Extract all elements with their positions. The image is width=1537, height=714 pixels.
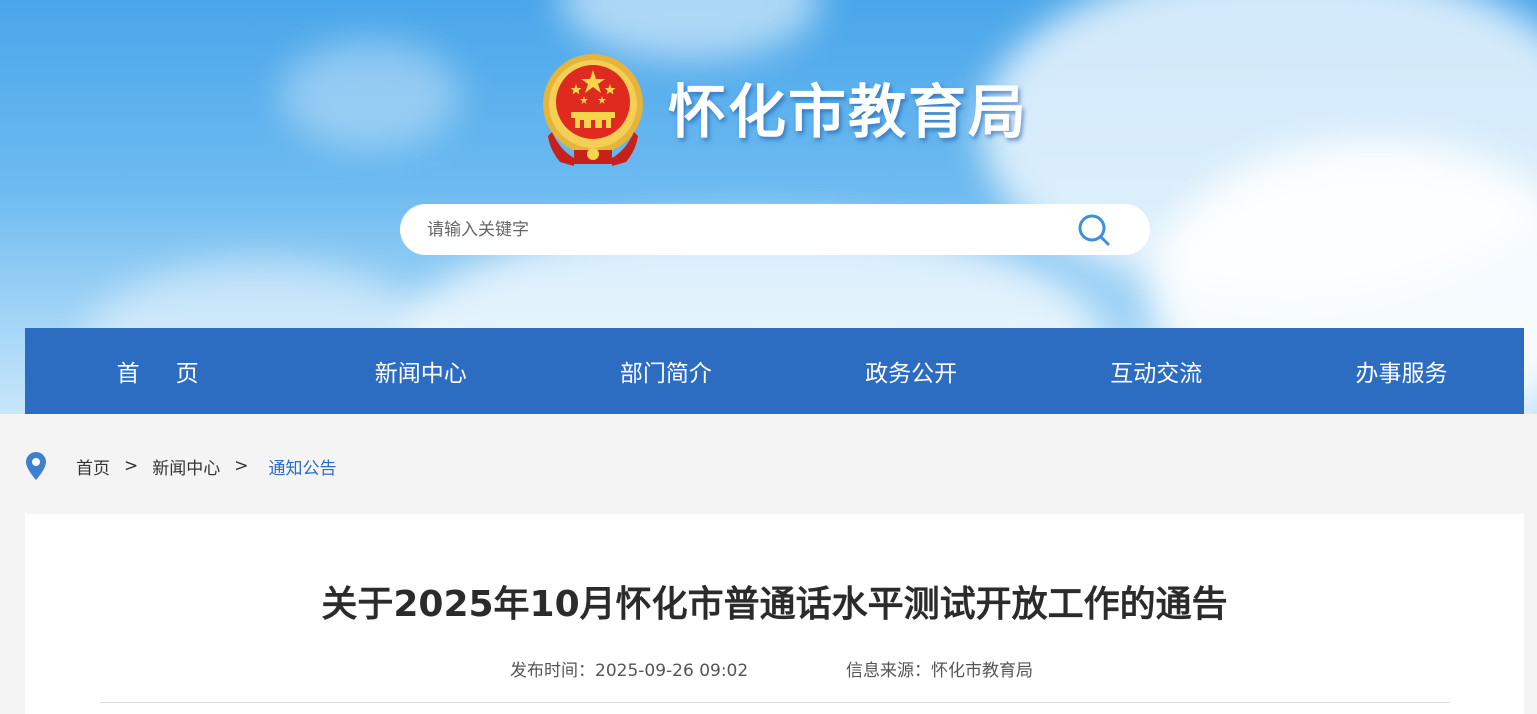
breadcrumb-home[interactable]: 首页: [76, 454, 110, 479]
breadcrumb-news[interactable]: 新闻中心: [152, 454, 220, 479]
national-emblem-icon: [540, 54, 646, 166]
nav-item-department[interactable]: 部门简介: [543, 328, 788, 414]
cloud-decoration: [280, 40, 460, 150]
nav-item-government-affairs[interactable]: 政务公开: [789, 328, 1034, 414]
nav-item-news[interactable]: 新闻中心: [298, 328, 543, 414]
cloud-decoration: [560, 0, 820, 60]
publish-time: 发布时间：2025-09-26 09:02: [510, 661, 749, 681]
nav-item-interaction[interactable]: 互动交流: [1034, 328, 1279, 414]
breadcrumb-separator: >: [234, 456, 249, 476]
breadcrumb-separator: >: [124, 456, 139, 476]
search-button[interactable]: [1074, 210, 1114, 250]
article-panel: 关于2025年10月怀化市普通话水平测试开放工作的通告 发布时间：2025-09…: [25, 514, 1524, 714]
search-input[interactable]: [425, 218, 1074, 241]
site-title: 怀化市教育局: [668, 78, 1029, 146]
divider: [100, 702, 1450, 703]
nav-item-home[interactable]: 首页: [25, 328, 298, 414]
info-source: 信息来源：怀化市教育局: [846, 661, 1033, 681]
breadcrumb-current[interactable]: 通知公告: [269, 454, 337, 479]
article-title: 关于2025年10月怀化市普通话水平测试开放工作的通告: [321, 584, 1228, 625]
location-pin-icon: [25, 451, 47, 481]
main-nav: 首页 新闻中心 部门简介 政务公开 互动交流 办事服务: [25, 328, 1524, 414]
nav-item-services[interactable]: 办事服务: [1279, 328, 1524, 414]
search-icon: [1078, 214, 1110, 245]
search-bar: [400, 204, 1150, 255]
breadcrumb: 首页 > 新闻中心 > 通知公告: [25, 448, 337, 484]
